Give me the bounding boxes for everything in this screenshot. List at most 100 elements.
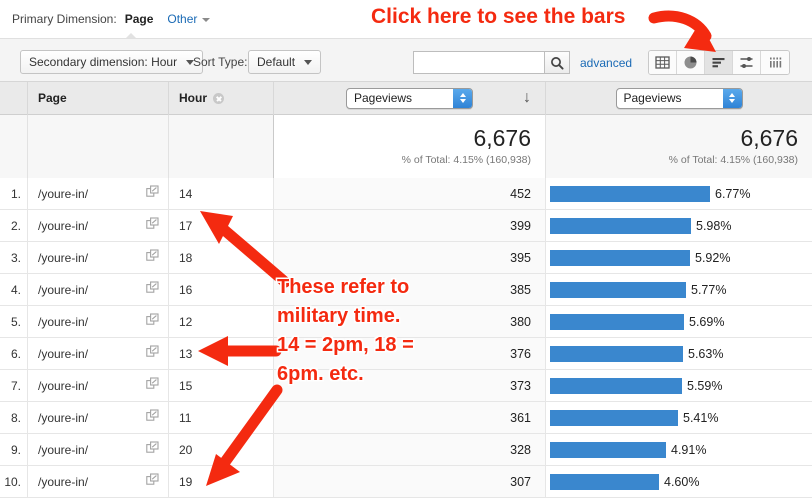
performance-view-icon[interactable] [733,51,761,74]
row-page-cell: /youre-in/ [27,370,168,401]
metric-secondary-value: Pageviews [624,91,682,105]
header-index [0,82,27,115]
search-input[interactable] [413,51,544,74]
summary-subtext: % of Total: 4.15% (160,938) [274,154,531,166]
row-pageviews-value: 361 [273,402,545,433]
row-percent-cell: 4.91% [545,434,812,465]
external-link-icon[interactable] [146,306,159,338]
row-pageviews-value: 395 [273,242,545,273]
row-index: 6. [0,338,27,369]
sort-type-value: Default [257,55,295,69]
percent-label: 5.77% [691,283,726,297]
chevron-down-icon [304,60,312,65]
advanced-search-link[interactable]: advanced [580,56,632,70]
sort-descending-icon[interactable]: ↓ [523,90,531,106]
external-link-icon[interactable] [146,370,159,402]
primary-dimension-other-dropdown[interactable]: Other [167,12,210,26]
table-row[interactable]: 7./youre-in/153735.59% [0,370,812,402]
header-page[interactable]: Page [27,82,168,115]
chevron-down-icon [202,18,210,22]
row-page-label[interactable]: /youre-in/ [38,274,88,306]
row-percent-cell: 5.63% [545,338,812,369]
view-type-toggle-group [648,50,790,75]
external-link-icon[interactable] [146,178,159,210]
row-hour-cell[interactable]: 17 [168,210,273,241]
row-index: 4. [0,274,27,305]
header-metric-primary: Pageviews ↓ [273,82,545,115]
row-page-label[interactable]: /youre-in/ [38,242,88,274]
row-hour-cell[interactable]: 19 [168,466,273,497]
row-page-cell: /youre-in/ [27,466,168,497]
sort-type-label: Sort Type: [193,55,247,69]
table-row[interactable]: 10./youre-in/193074.60% [0,466,812,498]
stepper-icon[interactable] [453,89,472,108]
row-hour-cell[interactable]: 13 [168,338,273,369]
bar-chart-view-icon[interactable] [705,51,733,74]
table-view-icon[interactable] [649,51,677,74]
external-link-icon[interactable] [146,466,159,498]
row-page-cell: /youre-in/ [27,338,168,369]
sort-type-dropdown[interactable]: Default [248,50,321,74]
percent-label: 5.63% [688,347,723,361]
row-page-label[interactable]: /youre-in/ [38,178,88,210]
header-metric-secondary: Pageviews [545,82,812,115]
row-pageviews-value: 385 [273,274,545,305]
row-pageviews-value: 376 [273,338,545,369]
external-link-icon[interactable] [146,242,159,274]
row-hour-cell[interactable]: 15 [168,370,273,401]
row-hour-cell[interactable]: 20 [168,434,273,465]
search-button[interactable] [544,51,570,74]
row-hour-cell[interactable]: 16 [168,274,273,305]
table-search [413,51,570,74]
table-row[interactable]: 3./youre-in/183955.92% [0,242,812,274]
row-page-label[interactable]: /youre-in/ [38,306,88,338]
row-percent-cell: 4.60% [545,466,812,497]
row-hour-cell[interactable]: 18 [168,242,273,273]
row-page-cell: /youre-in/ [27,178,168,209]
external-link-icon[interactable] [146,274,159,306]
row-page-label[interactable]: /youre-in/ [38,210,88,242]
table-row[interactable]: 4. /youre-in/16385 5.77% [0,274,812,306]
table-row[interactable]: 2./youre-in/173995.98% [0,210,812,242]
row-percent-cell: 5.77% [545,274,812,305]
table-row[interactable]: 9./youre-in/203284.91% [0,434,812,466]
percent-bar [550,378,682,394]
table-row[interactable]: 5./youre-in/123805.69% [0,306,812,338]
row-hour-cell[interactable]: 12 [168,306,273,337]
external-link-icon[interactable] [146,338,159,370]
row-page-label[interactable]: /youre-in/ [38,370,88,402]
row-index: 2. [0,210,27,241]
row-page-label[interactable]: /youre-in/ [38,338,88,370]
external-link-icon[interactable] [146,402,159,434]
secondary-dimension-label: Secondary dimension: Hour [29,55,177,69]
row-page-cell: /youre-in/ [27,242,168,273]
secondary-dimension-dropdown[interactable]: Secondary dimension: Hour [20,50,203,74]
pie-chart-view-icon[interactable] [677,51,705,74]
table-summary-row: 6,676 % of Total: 4.15% (160,938) 6,676 … [0,115,812,178]
percent-bar [550,410,678,426]
external-link-icon[interactable] [146,210,159,242]
header-hour[interactable]: Hour [168,82,273,115]
row-page-label[interactable]: /youre-in/ [38,434,88,466]
external-link-icon[interactable] [146,434,159,466]
table-row[interactable]: 1./youre-in/144526.77% [0,178,812,210]
metric-secondary-select[interactable]: Pageviews [616,88,743,109]
percent-bar [550,250,690,266]
percent-bar [550,442,666,458]
row-percent-cell: 5.59% [545,370,812,401]
stepper-icon[interactable] [723,89,742,108]
row-index: 5. [0,306,27,337]
pivot-view-icon[interactable] [761,51,789,74]
row-hour-cell[interactable]: 11 [168,402,273,433]
row-page-label[interactable]: /youre-in/ [38,466,88,498]
remove-secondary-dimension-icon[interactable] [213,93,224,104]
row-hour-cell[interactable]: 14 [168,178,273,209]
metric-primary-select[interactable]: Pageviews [346,88,473,109]
primary-dimension-page-tab[interactable]: Page [125,12,154,26]
table-row[interactable]: 6. /youre-in/13376 5.63% [0,338,812,370]
row-page-label[interactable]: /youre-in/ [38,402,88,434]
table-row[interactable]: 8./youre-in/113615.41% [0,402,812,434]
row-index: 1. [0,178,27,209]
percent-label: 5.98% [696,219,731,233]
row-page-cell: /youre-in/ [27,306,168,337]
